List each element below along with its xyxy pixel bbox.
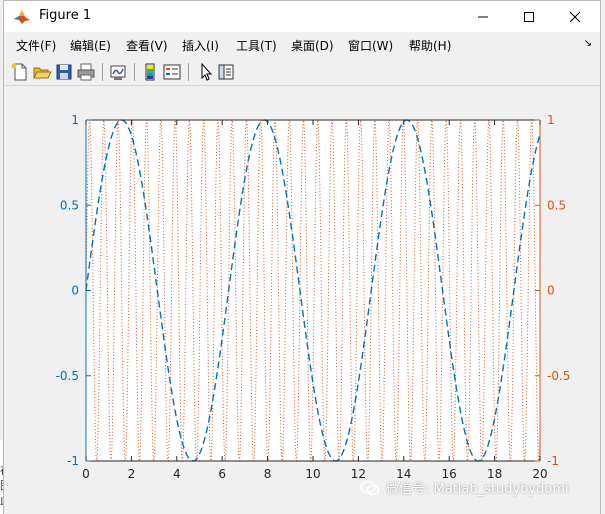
menu-view[interactable]: 查看(V) — [126, 37, 168, 54]
right-y-tick-label: 0 — [547, 284, 555, 298]
menu-tools[interactable]: 工具(T) — [236, 37, 277, 54]
maximize-button[interactable] — [506, 1, 552, 32]
left-y-tick-label: 0 — [71, 284, 79, 298]
menu-bar: 文件(F) 编辑(E) 查看(V) 插入(I) 工具(T) 桌面(D) 窗口(W… — [4, 32, 600, 58]
maximize-icon — [524, 11, 534, 22]
x-tick-label: 6 — [218, 467, 226, 481]
plot-svg: 0 2 4 6 8 10 12 14 16 18 2010.50-0.5-110.50-0.5-1 — [56, 113, 571, 481]
link-plot-icon[interactable] — [108, 62, 128, 82]
edit-plot-icon[interactable] — [196, 62, 216, 82]
toolbar-separator — [134, 63, 135, 81]
figure-canvas: 0 2 4 6 8 10 12 14 16 18 20 1 0.5 0 -0.5 -1 1 0.5 0 -0.5 -1 — [4, 86, 600, 514]
toolbar-separator — [102, 63, 103, 81]
toolbar-separator — [188, 63, 189, 81]
new-figure-icon[interactable] — [10, 62, 30, 82]
matlab-logo-icon — [14, 10, 30, 24]
figure-toolbar — [4, 58, 600, 86]
dock-figure-button[interactable]: ↘ — [584, 38, 592, 49]
menu-window[interactable]: 窗口(W) — [348, 37, 393, 54]
property-inspector-icon[interactable] — [216, 62, 236, 82]
x-tick-label: 10 — [305, 467, 320, 481]
watermark-text: 微信号: Matlab_studybydomi — [386, 482, 569, 497]
minimize-icon — [478, 16, 488, 17]
menu-edit[interactable]: 编辑(E) — [70, 37, 111, 54]
left-y-tick-label: -0.5 — [56, 369, 79, 383]
insert-colorbar-icon[interactable] — [140, 62, 160, 82]
menu-file[interactable]: 文件(F) — [16, 37, 56, 54]
close-icon — [569, 11, 581, 22]
left-y-tick-label: 1 — [71, 113, 79, 127]
x-tick-label: 0 — [82, 467, 90, 481]
right-y-tick-label: -0.5 — [547, 369, 570, 383]
right-y-tick-label: -1 — [547, 454, 559, 468]
right-y-tick-label: 1 — [547, 113, 555, 127]
insert-legend-icon[interactable] — [162, 62, 182, 82]
minimize-button[interactable] — [460, 1, 506, 32]
title-bar[interactable]: Figure 1 — [4, 1, 600, 32]
save-icon[interactable] — [54, 62, 74, 82]
x-tick-label: 2 — [128, 467, 136, 481]
right-y-tick-label: 0.5 — [547, 198, 566, 212]
menu-help[interactable]: 帮助(H) — [409, 37, 451, 54]
x-tick-label: 4 — [173, 467, 181, 481]
window-title: Figure 1 — [39, 8, 92, 23]
axes-background — [86, 120, 540, 461]
watermark: 微信号: Matlab_studybydomi — [360, 478, 569, 497]
print-icon[interactable] — [76, 62, 96, 82]
left-y-tick-label: 0.5 — [60, 198, 79, 212]
left-y-tick-label: -1 — [67, 454, 79, 468]
wechat-icon — [360, 480, 380, 495]
menu-desktop[interactable]: 桌面(D) — [291, 37, 334, 54]
figure-window: Figure 1 文件(F) 编辑(E) 查看(V) 插入(I) 工具(T) 桌… — [3, 0, 601, 514]
menu-insert[interactable]: 插入(I) — [182, 37, 219, 54]
close-button[interactable] — [552, 1, 598, 32]
x-tick-label: 8 — [264, 467, 272, 481]
open-file-icon[interactable] — [32, 62, 52, 82]
